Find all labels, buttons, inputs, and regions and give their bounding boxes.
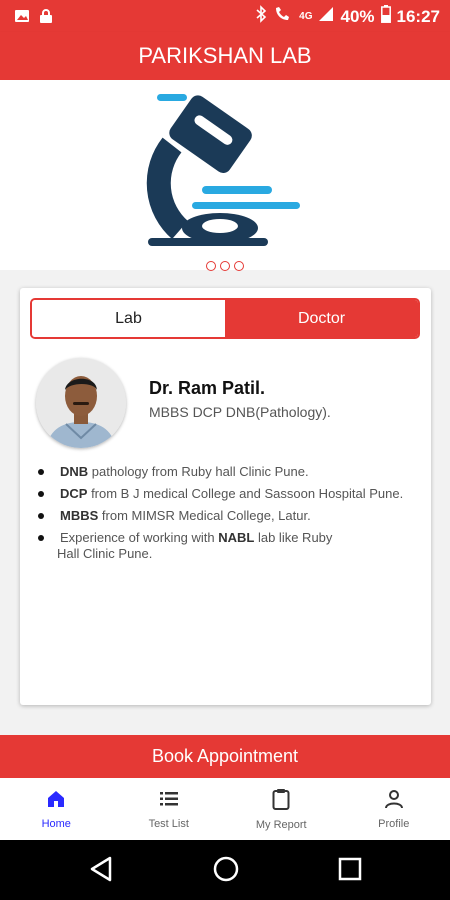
battery-percent: 40% [340,6,375,26]
signal-icon [318,6,334,27]
nav-label: Home [41,817,71,830]
doctor-card: Lab Doctor Dr. Ram Patil. MBBS DCP DNB(P… [20,288,431,705]
network-type: 4G [299,11,313,22]
list-item: MBBS from MIMSR Medical College, Latur. [34,508,424,524]
status-bar: 4G 40% 16:27 [0,0,450,32]
battery-icon [380,5,391,28]
book-appointment-button[interactable]: Book Appointment [0,735,450,778]
carousel-indicator [0,258,450,276]
carousel-dot[interactable] [206,261,216,271]
wifi-call-icon [273,5,293,28]
nav-label: Profile [378,817,410,830]
nav-my-report[interactable]: My Report [225,778,338,840]
doctor-qualifications: MBBS DCP DNB(Pathology). [149,404,331,420]
bottom-nav: Home Test List My Report Profile [0,778,450,840]
microscope-logo [146,94,300,246]
carousel-dot[interactable] [220,261,230,271]
clock: 16:27 [396,6,440,26]
back-icon[interactable] [88,855,114,888]
app-bar: PARIKSHAN LAB [0,32,450,80]
nav-test-list[interactable]: Test List [113,778,226,840]
list-item: DNB pathology from Ruby hall Clinic Pune… [34,464,424,480]
tab-lab[interactable]: Lab [32,300,225,337]
lock-icon [38,8,54,29]
bluetooth-icon [255,5,267,28]
carousel-dot[interactable] [234,261,244,271]
doctor-avatar [36,358,126,448]
doctor-highlights: DNB pathology from Ruby hall Clinic Pune… [34,464,424,568]
list-item: Experience of working with NABL lab like… [34,530,424,562]
person-icon [384,789,404,814]
nav-home[interactable]: Home [0,778,113,840]
nav-profile[interactable]: Profile [338,778,450,840]
nav-label: Test List [148,817,189,830]
system-nav-bar [0,840,450,900]
doctor-name: Dr. Ram Patil. [149,378,266,398]
banner-carousel[interactable] [0,80,450,271]
home-icon [46,789,66,814]
app-title: PARIKSHAN LAB [138,43,312,68]
image-icon [14,8,30,29]
clipboard-icon [271,788,291,815]
nav-label: My Report [255,818,307,831]
list-icon [159,789,179,814]
tab-switcher: Lab Doctor [30,298,420,339]
recents-icon[interactable] [338,857,362,886]
list-item: DCP from B J medical College and Sassoon… [34,486,424,502]
home-circle-icon[interactable] [212,855,240,888]
tab-doctor[interactable]: Doctor [225,300,418,337]
